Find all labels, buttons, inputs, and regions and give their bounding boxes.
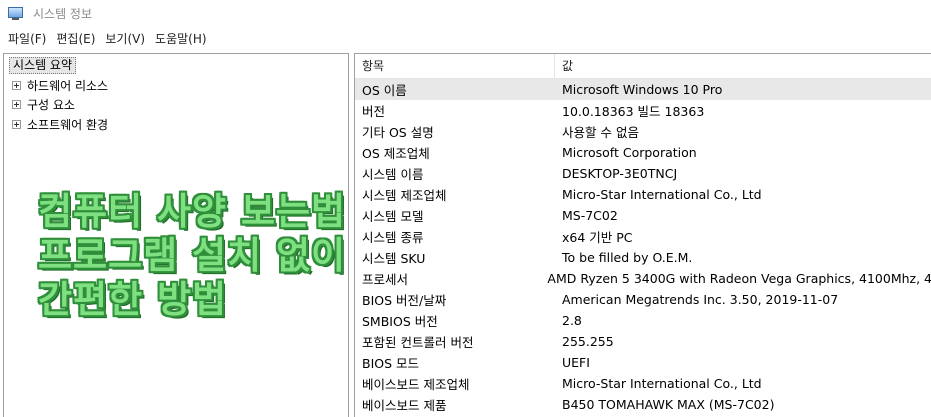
table-row[interactable]: BIOS 버전/날짜 American Megatrends Inc. 3.50,… (355, 289, 931, 310)
row-item: BIOS 모드 (362, 356, 420, 371)
row-value: American Megatrends Inc. 3.50, 2019-11-0… (562, 292, 839, 307)
caption-line: 컴퓨터 사양 보는법 (38, 190, 347, 233)
table-row[interactable]: 시스템 이름 DESKTOP-3E0TNCJ (355, 163, 931, 184)
table-row[interactable]: OS 이름 Microsoft Windows 10 Pro (355, 79, 931, 100)
row-value: Micro-Star International Co., Ltd (562, 376, 762, 391)
row-item: BIOS 버전/날짜 (362, 293, 447, 308)
table-row[interactable]: 베이스보드 제품 B450 TOMAHAWK MAX (MS-7C02) (355, 394, 931, 415)
tree-item-software-environment[interactable]: 소프트웨어 환경 (12, 115, 108, 133)
row-value: 2.8 (562, 313, 582, 328)
column-header-item[interactable]: 항목 (355, 54, 555, 79)
table-body: OS 이름 Microsoft Windows 10 Pro 버전 10.0.1836… (355, 79, 931, 415)
tree-item-label: 소프트웨어 환경 (27, 117, 109, 132)
row-item: 시스템 제조업체 (362, 188, 447, 203)
row-item: OS 이름 (362, 83, 407, 98)
row-value: 사용할 수 없음 (562, 125, 639, 140)
tree-item-label: 구성 요소 (27, 97, 75, 112)
row-item: 프로세서 (362, 272, 409, 287)
table-row[interactable]: 기타 OS 설명 사용할 수 없음 (355, 121, 931, 142)
tree-item-label: 하드웨어 리소스 (27, 78, 109, 93)
table-row[interactable]: 베이스보드 제조업체 Micro-Star International Co., … (355, 373, 931, 394)
row-value: Microsoft Windows 10 Pro (562, 82, 723, 97)
menu-help[interactable]: 도움말(H) (150, 30, 212, 47)
menu-bar: 파일(F) 편집(E) 보기(V) 도움말(H) (0, 27, 931, 49)
row-item: SMBIOS 버전 (362, 314, 438, 329)
table-row[interactable]: 프로세서 AMD Ryzen 5 3400G with Radeon Vega G… (355, 268, 931, 289)
row-value: Microsoft Corporation (562, 145, 697, 160)
column-header-value[interactable]: 값 (555, 54, 931, 79)
row-item: 시스템 이름 (362, 167, 424, 182)
row-value: To be filled by O.E.M. (562, 250, 693, 265)
tree-item-hardware-resources[interactable]: 하드웨어 리소스 (12, 76, 108, 94)
details-table: 항목 값 OS 이름 Microsoft Windows 10 Pro 버전 10.0… (354, 53, 931, 417)
caption-line: 간편한 방법 (38, 278, 228, 321)
row-item: 시스템 SKU (362, 251, 426, 266)
table-row[interactable]: OS 제조업체 Microsoft Corporation (355, 142, 931, 163)
row-value: 255.255 (562, 334, 614, 349)
row-value: AMD Ryzen 5 3400G with Radeon Vega Graph… (547, 271, 931, 286)
row-value: 10.0.18363 빌드 18363 (562, 104, 705, 119)
tree-item-system-summary[interactable]: 시스템 요약 (9, 57, 77, 74)
menu-edit[interactable]: 편집(E) (51, 30, 100, 47)
row-item: OS 제조업체 (362, 146, 430, 161)
row-value: x64 기반 PC (562, 230, 633, 245)
caption-line: 프로그램 설치 없이 (38, 234, 347, 277)
row-item: 시스템 모델 (362, 209, 424, 224)
menu-file[interactable]: 파일(F) (3, 30, 51, 47)
row-item: 베이스보드 제조업체 (362, 377, 470, 392)
row-item: 베이스보드 제품 (362, 398, 447, 413)
row-item: 기타 OS 설명 (362, 125, 434, 140)
table-row[interactable]: 버전 10.0.18363 빌드 18363 (355, 100, 931, 121)
table-header: 항목 값 (355, 54, 931, 79)
expand-icon[interactable] (12, 80, 21, 90)
table-row[interactable]: BIOS 모드 UEFI (355, 352, 931, 373)
table-row[interactable]: 시스템 모델 MS-7C02 (355, 205, 931, 226)
caption-overlay: 컴퓨터 사양 보는법 프로그램 설치 없이 간편한 방법 (38, 190, 346, 322)
expand-icon[interactable] (12, 119, 21, 129)
row-value: Micro-Star International Co., Ltd (562, 187, 762, 202)
table-row[interactable]: 시스템 SKU To be filled by O.E.M. (355, 247, 931, 268)
table-row[interactable]: 포함된 컨트롤러 버전 255.255 (355, 331, 931, 352)
window-title: 시스템 정보 (33, 7, 93, 21)
table-row[interactable]: 시스템 종류 x64 기반 PC (355, 226, 931, 247)
row-item: 버전 (362, 104, 386, 119)
row-item: 포함된 컨트롤러 버전 (362, 335, 474, 350)
row-value: UEFI (562, 355, 590, 370)
row-value: DESKTOP-3E0TNCJ (562, 166, 678, 181)
expand-icon[interactable] (12, 99, 21, 109)
title-bar: 시스템 정보 (0, 0, 931, 27)
row-value: B450 TOMAHAWK MAX (MS-7C02) (562, 397, 775, 412)
table-row[interactable]: SMBIOS 버전 2.8 (355, 310, 931, 331)
row-value: MS-7C02 (562, 208, 618, 223)
row-item: 시스템 종류 (362, 230, 424, 245)
system-info-icon (8, 6, 24, 21)
table-row[interactable]: 시스템 제조업체 Micro-Star International Co., Lt… (355, 184, 931, 205)
menu-view[interactable]: 보기(V) (100, 30, 150, 47)
tree-item-components[interactable]: 구성 요소 (12, 95, 75, 113)
